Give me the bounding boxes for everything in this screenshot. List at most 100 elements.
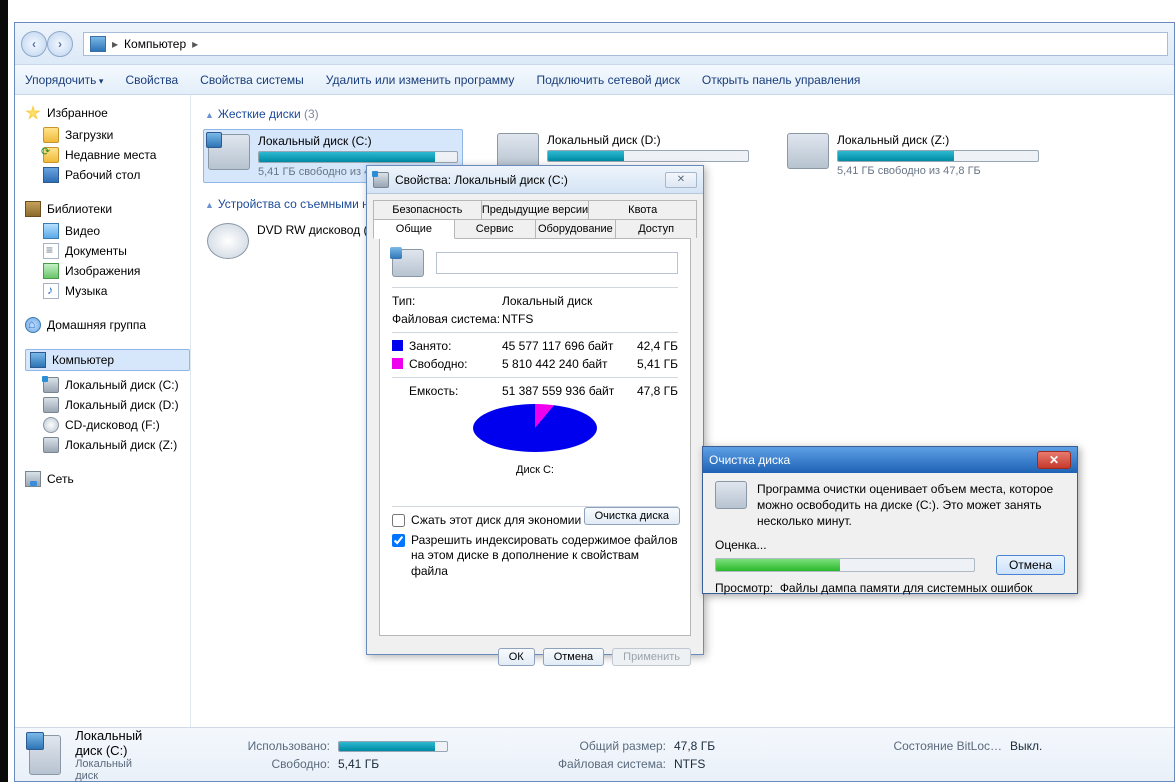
nav-network[interactable]: Сеть — [25, 471, 190, 487]
dialog-titlebar[interactable]: Очистка диска ✕ — [703, 447, 1077, 473]
dialog-title: Свойства: Локальный диск (C:) — [395, 173, 659, 187]
drive-usage-bar — [547, 150, 749, 162]
cleanup-icon — [715, 481, 747, 509]
nav-libraries-header[interactable]: Библиотеки — [25, 201, 190, 217]
details-free-label: Свободно: — [180, 757, 330, 771]
details-fs-value: NTFS — [674, 757, 834, 771]
network-icon — [25, 471, 41, 487]
cleanup-view-value: Файлы дампа памяти для системных ошибок — [780, 581, 1033, 595]
details-total-value: 47,8 ГБ — [674, 739, 834, 753]
drive-icon — [208, 134, 250, 170]
nav-favorites-header[interactable]: Избранное — [25, 105, 190, 121]
nav-images[interactable]: Изображения — [25, 261, 190, 281]
nav-downloads[interactable]: Загрузки — [25, 125, 190, 145]
tab-security[interactable]: Безопасность — [373, 200, 482, 219]
drive-icon — [29, 735, 61, 775]
prop-capacity-label: Емкость: — [392, 384, 502, 398]
drive-name: Локальный диск (D:) — [547, 133, 749, 147]
nav-documents[interactable]: Документы — [25, 241, 190, 261]
close-button[interactable]: ✕ — [1037, 451, 1071, 469]
ok-button[interactable]: ОК — [498, 648, 535, 666]
images-icon — [43, 263, 59, 279]
details-free-value: 5,41 ГБ — [338, 757, 518, 771]
toolbar-control-panel[interactable]: Открыть панель управления — [702, 73, 861, 87]
compress-checkbox[interactable] — [392, 514, 405, 527]
prop-free-label: Свободно: — [392, 357, 502, 371]
breadcrumb-computer[interactable]: Компьютер — [124, 37, 186, 51]
nav-recent[interactable]: Недавние места — [25, 145, 190, 165]
address-bar[interactable]: ▸ Компьютер ▸ — [83, 32, 1168, 56]
details-used-label: Использовано: — [180, 739, 330, 753]
navigation-pane: Избранное Загрузки Недавние места Рабочи… — [15, 95, 191, 727]
nav-drive-c[interactable]: Локальный диск (C:) — [25, 375, 190, 395]
prop-type-value: Локальный диск — [502, 294, 678, 308]
prop-fs-value: NTFS — [502, 312, 678, 326]
index-checkbox[interactable] — [392, 534, 405, 547]
prop-capacity-gb: 47,8 ГБ — [622, 384, 678, 398]
document-icon — [43, 243, 59, 259]
toolbar-properties[interactable]: Свойства — [125, 73, 178, 87]
progress-bar — [715, 558, 975, 572]
drive-usage-bar — [837, 150, 1039, 162]
toolbar-map-drive[interactable]: Подключить сетевой диск — [536, 73, 679, 87]
nav-drive-z[interactable]: Локальный диск (Z:) — [25, 435, 190, 455]
tab-quota[interactable]: Квота — [589, 200, 697, 219]
drive-item-z[interactable]: Локальный диск (Z:) 5,41 ГБ свободно из … — [783, 129, 1043, 183]
nav-desktop[interactable]: Рабочий стол — [25, 165, 190, 185]
drive-icon — [392, 249, 424, 277]
drive-icon — [43, 437, 59, 453]
organize-menu[interactable]: Упорядочить — [25, 73, 103, 87]
nav-music[interactable]: Музыка — [25, 281, 190, 301]
breadcrumb-sep-icon: ▸ — [112, 37, 118, 51]
drive-icon — [43, 377, 59, 393]
details-subtitle: Локальный диск — [75, 758, 156, 782]
details-used-bar — [338, 739, 518, 753]
group-hard-disks[interactable]: ▲Жесткие диски (3) — [205, 107, 1162, 121]
pie-label: Диск C: — [392, 464, 678, 476]
details-bitlocker-label: Состояние BitLoc… — [842, 739, 1002, 753]
prop-used-bytes: 45 577 117 696 байт — [502, 339, 622, 353]
tab-general[interactable]: Общие — [373, 219, 455, 239]
drive-name: Локальный диск (C:) — [258, 134, 458, 148]
nav-drive-f[interactable]: CD-дисковод (F:) — [25, 415, 190, 435]
drive-label-input[interactable] — [436, 252, 678, 274]
tab-previous-versions[interactable]: Предыдущие версии — [482, 200, 590, 219]
toolbar-system-properties[interactable]: Свойства системы — [200, 73, 304, 87]
computer-icon — [30, 352, 46, 368]
usage-pie-chart — [473, 404, 597, 462]
details-bitlocker-value: Выкл. — [1010, 739, 1160, 753]
desktop-icon — [43, 167, 59, 183]
nav-back-button[interactable]: ‹ — [21, 31, 47, 57]
drive-name: Локальный диск (Z:) — [837, 133, 1039, 147]
dialog-title: Очистка диска — [709, 453, 1037, 467]
nav-homegroup[interactable]: Домашняя группа — [25, 317, 190, 333]
prop-used-label: Занято: — [392, 339, 502, 353]
disk-cleanup-button[interactable]: Очистка диска — [584, 507, 680, 525]
music-icon — [43, 283, 59, 299]
drive-icon — [497, 133, 539, 169]
details-title: Локальный диск (C:) — [75, 728, 156, 758]
close-button[interactable]: ✕ — [665, 172, 697, 188]
prop-used-gb: 42,4 ГБ — [622, 339, 678, 353]
folder-icon — [43, 127, 59, 143]
tab-hardware[interactable]: Оборудование — [536, 219, 617, 238]
drive-free-text: 5,41 ГБ свободно из 47,8 ГБ — [837, 165, 1039, 177]
tab-sharing[interactable]: Доступ — [616, 219, 697, 238]
apply-button[interactable]: Применить — [612, 648, 691, 666]
cleanup-message: Программа очистки оценивает объем места,… — [757, 481, 1065, 530]
index-label: Разрешить индексировать содержимое файло… — [411, 533, 678, 580]
video-icon — [43, 223, 59, 239]
breadcrumb-sep-icon: ▸ — [192, 37, 198, 51]
nav-drive-d[interactable]: Локальный диск (D:) — [25, 395, 190, 415]
toolbar-uninstall[interactable]: Удалить или изменить программу — [326, 73, 515, 87]
nav-computer-header[interactable]: Компьютер — [25, 349, 190, 371]
properties-dialog: Свойства: Локальный диск (C:) ✕ Безопасн… — [366, 165, 704, 655]
dialog-titlebar[interactable]: Свойства: Локальный диск (C:) ✕ — [367, 166, 703, 194]
nav-video[interactable]: Видео — [25, 221, 190, 241]
prop-capacity-bytes: 51 387 559 936 байт — [502, 384, 622, 398]
cancel-button[interactable]: Отмена — [543, 648, 604, 666]
drive-icon — [787, 133, 829, 169]
tab-tools[interactable]: Сервис — [455, 219, 536, 238]
nav-forward-button[interactable]: › — [47, 31, 73, 57]
cancel-button[interactable]: Отмена — [996, 555, 1065, 575]
